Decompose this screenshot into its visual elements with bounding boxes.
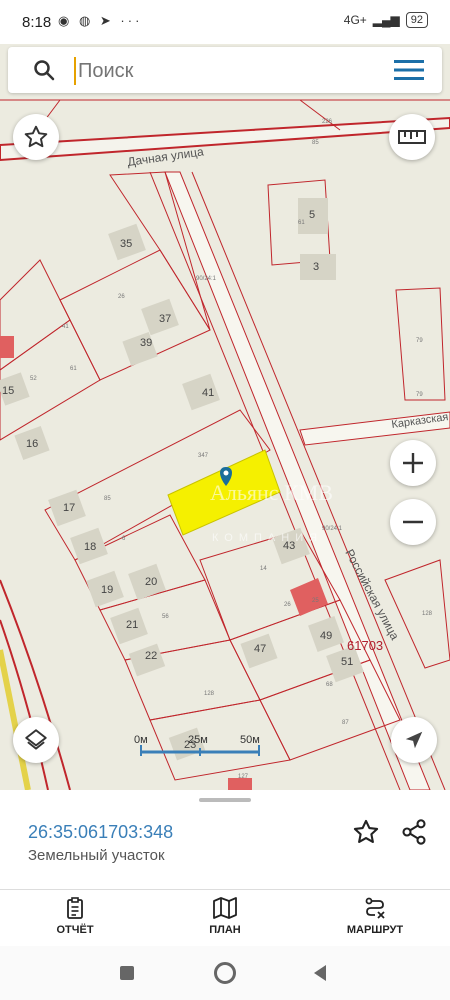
- small-label: 226: [322, 119, 333, 125]
- map-icon: [213, 897, 237, 919]
- small-label: 347: [198, 453, 209, 459]
- nav-report-label: ОТЧЁТ: [56, 924, 94, 936]
- star-icon: [24, 125, 48, 148]
- building-number: 49: [320, 630, 332, 642]
- small-label: 127: [238, 774, 249, 780]
- layers-icon: [25, 729, 47, 750]
- favorites-button[interactable]: [13, 114, 59, 160]
- small-label: 79: [416, 392, 423, 398]
- status-time: 8:18: [22, 14, 52, 31]
- drag-handle[interactable]: [199, 798, 251, 802]
- building-number: 47: [254, 643, 266, 655]
- battery-indicator: 92: [405, 12, 428, 28]
- nav-report[interactable]: ОТЧЁТ: [25, 896, 125, 936]
- scale-label: 0м: [134, 734, 148, 746]
- building-number: 15: [2, 385, 14, 397]
- cadastral-map[interactable]: Дачная улица Российская улица Карказская…: [0, 44, 450, 790]
- building-number: 22: [145, 650, 157, 662]
- building-number: 5: [309, 209, 315, 221]
- watermark-text: Альянс КМВ: [210, 480, 333, 505]
- small-label: 85: [104, 496, 111, 502]
- small-label: 14: [260, 566, 267, 572]
- signal-icon: ▂▄▆: [372, 13, 400, 27]
- scale-label: 50м: [240, 734, 260, 746]
- building-number: 37: [159, 313, 171, 325]
- locate-button[interactable]: [391, 717, 437, 763]
- small-label: 26: [118, 294, 125, 300]
- zoom-in-button[interactable]: [390, 440, 436, 486]
- report-icon: [67, 897, 83, 919]
- building-number: 51: [341, 656, 353, 668]
- small-label: 25: [312, 598, 319, 604]
- quarter-number: 61703: [347, 638, 383, 653]
- object-info-sheet[interactable]: 26:35:061703:348 Земельный участок: [0, 790, 450, 890]
- scale-label: 25м: [188, 734, 208, 746]
- building-number: 16: [26, 438, 38, 450]
- small-label: 128: [422, 611, 433, 617]
- small-label: 87: [342, 720, 349, 726]
- object-type: Земельный участок: [28, 847, 165, 864]
- navigation-arrow-icon: [405, 731, 423, 749]
- nav-route[interactable]: МАРШРУТ: [325, 896, 425, 936]
- nav-route-label: МАРШРУТ: [346, 924, 404, 936]
- small-label: 52: [30, 376, 37, 382]
- cadastral-number[interactable]: 26:35:061703:348: [28, 822, 173, 843]
- search-bar: [8, 47, 442, 93]
- watermark-text: КОМПАНИЯ: [212, 532, 323, 544]
- status-indicators: 4G+ ▂▄▆ 92: [344, 12, 428, 28]
- bottom-navigation: ОТЧЁТ ПЛАН МАРШРУТ: [0, 890, 450, 946]
- back-icon[interactable]: [312, 964, 328, 982]
- network-indicator: 4G+: [343, 13, 367, 27]
- nav-plan-label: ПЛАН: [209, 924, 241, 936]
- star-icon[interactable]: [352, 818, 380, 846]
- small-label: 128: [204, 691, 215, 697]
- plus-icon: [403, 453, 423, 473]
- building-number: 3: [313, 261, 319, 273]
- building-number: 21: [126, 619, 138, 631]
- layers-button[interactable]: [13, 717, 59, 763]
- building-number: 39: [140, 337, 152, 349]
- ruler-icon: [398, 130, 426, 144]
- system-navigation-bar: [0, 946, 450, 1000]
- building-number: 18: [84, 541, 96, 553]
- small-label: 85: [312, 140, 319, 146]
- small-label: 79: [416, 338, 423, 344]
- small-label: 41: [62, 324, 69, 330]
- small-label: 61: [70, 366, 77, 372]
- small-label: 26: [284, 602, 291, 608]
- map-canvas[interactable]: Дачная улица Российская улица Карказская…: [0, 44, 450, 790]
- building-number: 17: [63, 502, 75, 514]
- notification-icons: ◉ ◍ ➤ ···: [58, 13, 143, 28]
- home-icon[interactable]: [214, 962, 236, 984]
- small-label: 90/24:1: [322, 526, 343, 532]
- nav-plan[interactable]: ПЛАН: [175, 896, 275, 936]
- share-icon[interactable]: [400, 818, 428, 846]
- building-number: 41: [202, 387, 214, 399]
- zoom-out-button[interactable]: [390, 499, 436, 545]
- measure-button[interactable]: [389, 114, 435, 160]
- status-bar: 8:18 ◉ ◍ ➤ ··· 4G+ ▂▄▆ 92: [0, 0, 450, 44]
- small-label: 90/24:1: [196, 276, 217, 282]
- recent-apps-icon[interactable]: [120, 966, 134, 980]
- route-icon: [365, 897, 385, 919]
- building-number: 19: [101, 584, 113, 596]
- search-input[interactable]: [74, 57, 380, 85]
- menu-icon[interactable]: [394, 59, 424, 81]
- building-number: 35: [120, 238, 132, 250]
- search-icon[interactable]: [32, 58, 56, 82]
- small-label: 6: [122, 536, 126, 542]
- minus-icon: [403, 520, 423, 524]
- small-label: 68: [326, 682, 333, 688]
- small-label: 61: [298, 220, 305, 226]
- small-label: 56: [162, 614, 169, 620]
- building-number: 20: [145, 576, 157, 588]
